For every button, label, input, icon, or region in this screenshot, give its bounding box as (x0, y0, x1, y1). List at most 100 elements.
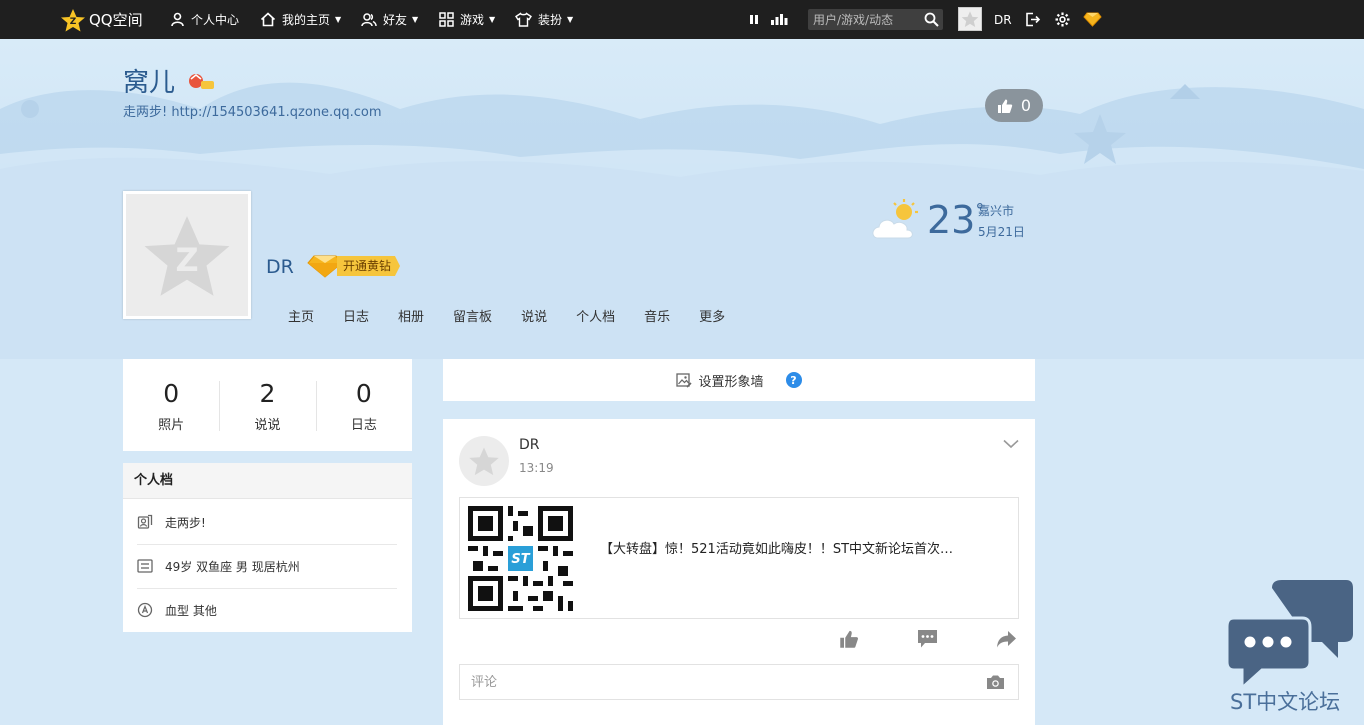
pause-music-button[interactable] (749, 0, 765, 39)
tab-blog[interactable]: 日志 (343, 306, 369, 325)
stat-blogs[interactable]: 0 日志 (315, 359, 412, 451)
svg-text:Z: Z (175, 241, 198, 279)
search-icon[interactable] (924, 12, 939, 27)
profile-nickname[interactable]: DR (266, 256, 294, 278)
nav-games[interactable]: 游戏 ▼ (439, 0, 495, 39)
chevron-down-icon: ▼ (489, 15, 496, 24)
weather-city: 嘉兴市 (978, 204, 1015, 218)
friends-icon (361, 13, 377, 27)
thumbs-up-icon (997, 99, 1013, 113)
like-button[interactable]: 0 (985, 89, 1043, 122)
stat-value: 0 (163, 378, 180, 408)
stat-value: 0 (355, 378, 372, 408)
chevron-down-icon: ▼ (412, 15, 419, 24)
shared-link-title[interactable]: 【大转盘】惊！521活动竟如此嗨皮！！ST中文新论坛首次… (600, 538, 1000, 557)
nav-my-homepage[interactable]: 我的主页 ▼ (260, 0, 341, 39)
wall-label: 设置形象墙 (698, 374, 764, 390)
tab-album[interactable]: 相册 (398, 306, 424, 325)
qzone-star-icon: Z (61, 8, 85, 31)
qzone-logo[interactable]: Z QQ空间 (60, 0, 143, 39)
top-username[interactable]: DR (994, 0, 1012, 39)
feed-post-card: DR 13:19 ST 【大转盘】惊！521活动竟如此嗨皮！！ST中文新论坛首次… (443, 419, 1035, 725)
stat-shuoshuo[interactable]: 2 说说 (219, 359, 315, 451)
profile-row-text: 血型 其他 (165, 603, 217, 618)
header-banner: 窝儿 走两步! http://154503641.qzone.qq.com 0 … (0, 39, 1364, 359)
gear-icon (1055, 12, 1070, 27)
chevron-down-icon: ▼ (335, 15, 342, 24)
profile-tabs: 主页 日志 相册 留言板 说说 个人档 音乐 更多 (288, 306, 754, 325)
weather-meta: 嘉兴市 5月21日 (978, 201, 1025, 243)
qzone-star-icon: Z (144, 216, 230, 296)
svg-text:ST: ST (511, 552, 530, 567)
comment-icon[interactable] (917, 629, 938, 649)
logo-text: QQ空间 (89, 11, 143, 29)
avatar-placeholder: Z (126, 194, 248, 316)
post-author-avatar[interactable] (459, 436, 509, 486)
logout-button[interactable] (1025, 0, 1047, 39)
stat-photos[interactable]: 0 照片 (123, 359, 219, 451)
comment-box (459, 664, 1019, 700)
nav-label: 好友 (383, 13, 408, 27)
open-yellow-diamond-button[interactable]: 开通黄钻 (307, 254, 401, 278)
svg-text:Z: Z (70, 17, 77, 27)
grid-icon (439, 12, 454, 27)
person-icon (171, 12, 184, 27)
shared-link-box[interactable]: ST 【大转盘】惊！521活动竟如此嗨皮！！ST中文新论坛首次… (459, 497, 1019, 619)
tab-more[interactable]: 更多 (699, 306, 725, 325)
search-input[interactable] (808, 12, 918, 27)
camera-icon[interactable] (986, 674, 1005, 690)
post-author-name[interactable]: DR (519, 437, 540, 453)
vip-label: 开通黄钻 (337, 256, 401, 276)
nav-personal-center[interactable]: 个人中心 (170, 0, 239, 39)
set-image-wall-bar[interactable]: 设置形象墙 ? (443, 359, 1035, 401)
nav-friends[interactable]: 好友 ▼ (361, 0, 418, 39)
top-avatar[interactable] (958, 7, 982, 31)
yellow-diamond-button[interactable] (1083, 0, 1108, 39)
tab-home[interactable]: 主页 (288, 306, 314, 325)
stat-label: 日志 (350, 417, 377, 433)
yellow-diamond-icon (1083, 12, 1102, 27)
qzone-star-icon (469, 447, 499, 476)
tab-message-board[interactable]: 留言板 (453, 306, 492, 325)
share-arrow-icon[interactable] (996, 629, 1017, 649)
tab-shuoshuo[interactable]: 说说 (521, 306, 547, 325)
id-card-icon (137, 559, 153, 573)
profile-card-heading[interactable]: 个人档 (123, 463, 412, 499)
weather-widget: 23 ° 嘉兴市 5月21日 (870, 198, 1025, 242)
search-box (808, 9, 943, 30)
tab-music[interactable]: 音乐 (644, 306, 670, 325)
partly-cloudy-icon (872, 199, 918, 239)
pause-icon (750, 15, 758, 24)
nav-label: 我的主页 (282, 13, 331, 27)
nav-label: 装扮 (538, 13, 563, 27)
blood-drop-icon (137, 602, 153, 618)
image-edit-icon (676, 372, 693, 388)
help-icon[interactable]: ? (785, 372, 802, 388)
weather-date: 5月21日 (978, 225, 1025, 239)
profile-row-text: 49岁 双鱼座 男 现居杭州 (165, 559, 300, 574)
top-navigation-bar: Z QQ空间 个人中心 我的主页 ▼ 好友 ▼ 游戏 ▼ 装扮 ▼ DR (0, 0, 1364, 39)
stats-card: 0 照片 2 说说 0 日志 (123, 359, 412, 451)
nav-decorate[interactable]: 装扮 ▼ (515, 0, 573, 39)
signal-bars-button[interactable] (771, 0, 794, 39)
chevron-down-icon: ▼ (567, 15, 574, 24)
chevron-down-icon[interactable] (1003, 439, 1019, 449)
qzone-star-icon (961, 11, 979, 27)
stat-label: 说说 (254, 417, 281, 433)
weather-temperature: 23 (927, 198, 976, 242)
site-subtitle: 走两步! http://154503641.qzone.qq.com (123, 105, 382, 120)
settings-button[interactable] (1055, 0, 1076, 39)
profile-row-text: 走两步! (165, 515, 206, 530)
home-icon (260, 12, 276, 27)
profile-avatar[interactable]: Z (123, 191, 251, 319)
tab-profile[interactable]: 个人档 (576, 306, 615, 325)
profile-info-card: 个人档 走两步! 49岁 双鱼座 男 现居杭州 血型 其他 (123, 463, 412, 632)
shirt-icon (515, 12, 532, 27)
site-title: 窝儿 (123, 68, 176, 98)
comment-input[interactable] (460, 674, 960, 690)
thumbs-up-icon[interactable] (839, 629, 859, 649)
stat-value: 2 (259, 378, 276, 408)
logout-icon (1026, 12, 1041, 27)
level-crown-icon[interactable] (187, 72, 215, 90)
person-card-icon (137, 514, 153, 529)
